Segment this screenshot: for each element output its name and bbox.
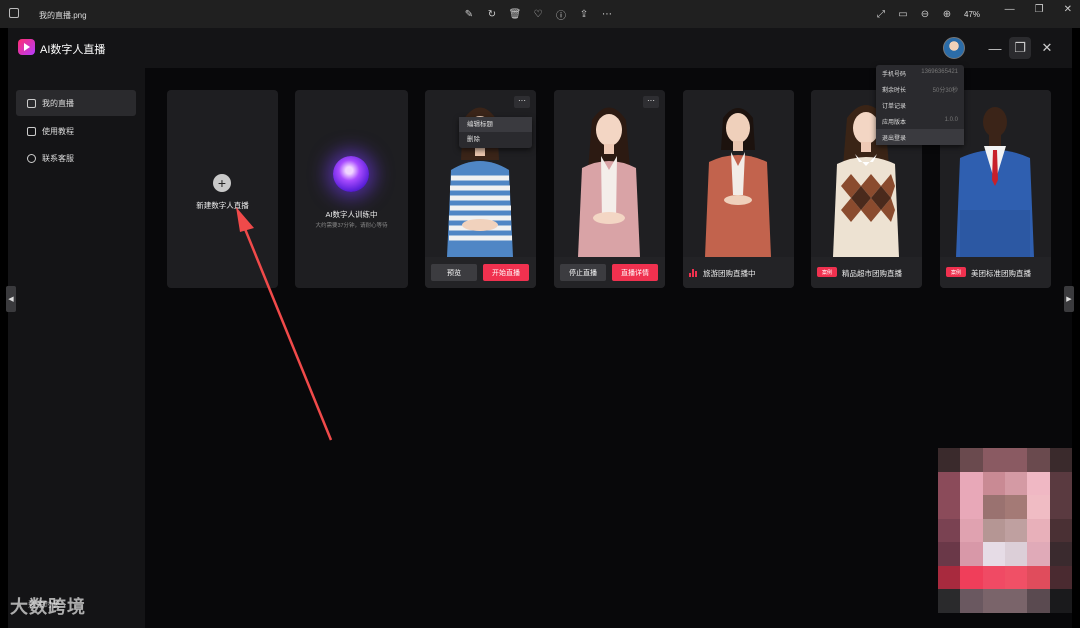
time-value: 50分30秒 <box>932 88 958 94</box>
more-options-icon[interactable]: ··· <box>514 96 530 108</box>
new-live-card[interactable]: + 新建数字人直播 <box>167 90 278 288</box>
doc-icon <box>27 126 36 136</box>
live-bars-icon <box>689 269 698 277</box>
presenter-figure <box>578 107 640 257</box>
avatar-photo <box>683 90 794 257</box>
new-live-label: 新建数字人直播 <box>196 201 249 210</box>
account-version-row: 应用版本 1.0.0 <box>876 113 964 129</box>
avatar-photo <box>425 90 536 257</box>
live-detail-button[interactable]: 直播详情 <box>612 264 658 281</box>
viewer-window-controls: — ❐ ✕ <box>1005 4 1072 15</box>
sidebar-item-label: 我的直播 <box>42 98 74 108</box>
training-title: AI数字人训练中 <box>325 210 378 219</box>
delete-icon[interactable]: 🗑 <box>508 7 522 21</box>
remaining-time-text: 剩余时长 <box>28 600 60 609</box>
viewer-filename: 我的直播.png <box>39 11 87 20</box>
account-time-row: 剩余时长 50分30秒 <box>876 81 964 97</box>
plus-icon: + <box>213 174 231 192</box>
pixelated-video-thumbnail <box>938 448 1072 613</box>
phone-label: 手机号码 <box>882 72 907 78</box>
more-options-icon[interactable]: ··· <box>643 96 659 108</box>
photo-viewer-toolbar: 我的直播.png ✎ ↻ 🗑 ♡ ⓘ ⇪ ⋯ ⤢ ▭ ⊖ ⊕ 47% — ❐ ✕ <box>0 0 1080 28</box>
case-title: 精品超市团购直播 <box>842 269 902 278</box>
favorite-icon[interactable]: ♡ <box>531 7 545 21</box>
app-restore-icon[interactable]: ❐ <box>1009 37 1031 59</box>
actual-size-icon[interactable]: ▭ <box>896 7 910 21</box>
account-logout-row[interactable]: 退出登录 <box>876 129 964 145</box>
viewer-tools: ✎ ↻ 🗑 ♡ ⓘ ⇪ ⋯ <box>462 7 614 22</box>
sidebar: 我的直播 使用教程 联系客服 <box>8 68 145 628</box>
case-badge: 案例 <box>946 267 966 277</box>
stop-live-button[interactable]: 停止直播 <box>560 264 606 281</box>
maximize-icon[interactable]: ❐ <box>1035 4 1044 15</box>
close-icon[interactable]: ✕ <box>1064 4 1072 15</box>
expand-right-arrow-icon[interactable]: ▶ <box>1064 286 1074 312</box>
zoom-in-icon[interactable]: ⊕ <box>940 7 954 21</box>
avatar-card-5[interactable]: 旅游团购直播中 <box>683 90 794 288</box>
avatar-card-4[interactable]: ··· 停止直播 直播详情 <box>554 90 665 288</box>
time-label: 剩余时长 <box>882 88 907 94</box>
orders-label: 订单记录 <box>882 104 907 110</box>
menu-item-delete[interactable]: 删除 <box>459 132 532 147</box>
avatar-photo <box>554 90 665 257</box>
more-icon[interactable]: ⋯ <box>600 7 614 21</box>
edit-icon[interactable]: ✎ <box>462 7 476 21</box>
sidebar-item-tutorial[interactable]: 使用教程 <box>16 118 136 144</box>
app-minimize-icon[interactable]: — <box>984 37 1006 59</box>
live-status-label: 旅游团购直播中 <box>703 269 756 278</box>
account-orders-row[interactable]: 订单记录 <box>876 97 964 113</box>
account-phone-row: 手机号码 13696365421 <box>876 65 964 81</box>
sidebar-item-label: 使用教程 <box>42 126 74 136</box>
share-icon[interactable]: ⇪ <box>577 7 591 21</box>
zoom-level: 47% <box>964 9 981 19</box>
case-title: 美团标准团购直播 <box>971 269 1031 278</box>
minimize-icon[interactable]: — <box>1005 4 1015 15</box>
card-context-menu: 编辑标题 删除 <box>459 117 532 148</box>
logout-label: 退出登录 <box>882 136 907 142</box>
version-label: 应用版本 <box>882 120 907 126</box>
training-card: AI数字人训练中 大约需要37分钟，请耐心等待 <box>295 90 408 288</box>
headset-icon <box>27 153 36 163</box>
version-value: 1.0.0 <box>944 117 958 123</box>
case-badge: 案例 <box>817 267 837 277</box>
training-orb-icon <box>333 156 369 192</box>
phone-value: 13696365421 <box>921 69 958 75</box>
app-close-icon[interactable]: ✕ <box>1036 37 1058 59</box>
sidebar-item-label: 联系客服 <box>42 153 74 163</box>
sidebar-item-my-live[interactable]: 我的直播 <box>16 90 136 116</box>
fullscreen-icon[interactable]: ⤢ <box>874 7 888 21</box>
preview-button[interactable]: 预览 <box>431 264 477 281</box>
training-subtitle: 大约需要37分钟，请耐心等待 <box>315 223 388 229</box>
info-icon[interactable]: ⓘ <box>554 7 568 22</box>
sidebar-item-support[interactable]: 联系客服 <box>16 145 136 171</box>
viewer-zoom-controls: ⤢ ▭ ⊖ ⊕ 47% <box>874 7 980 21</box>
app-logo-icon <box>18 39 35 55</box>
avatar[interactable] <box>943 37 965 59</box>
account-dropdown: 手机号码 13696365421 剩余时长 50分30秒 订单记录 应用版本 1… <box>876 65 964 145</box>
collapse-left-arrow-icon[interactable]: ◀ <box>6 286 16 312</box>
app-header: AI数字人直播 — ❐ ✕ <box>8 28 1072 68</box>
video-icon <box>27 98 36 108</box>
app-title: AI数字人直播 <box>40 44 106 56</box>
rotate-icon[interactable]: ↻ <box>485 7 499 21</box>
presenter-figure <box>447 107 513 257</box>
menu-item-edit-title[interactable]: 编辑标题 <box>459 117 532 132</box>
photos-app-icon <box>9 8 19 18</box>
presenter-figure <box>705 108 771 257</box>
zoom-out-icon[interactable]: ⊖ <box>918 7 932 21</box>
start-live-button[interactable]: 开始直播 <box>483 264 529 281</box>
